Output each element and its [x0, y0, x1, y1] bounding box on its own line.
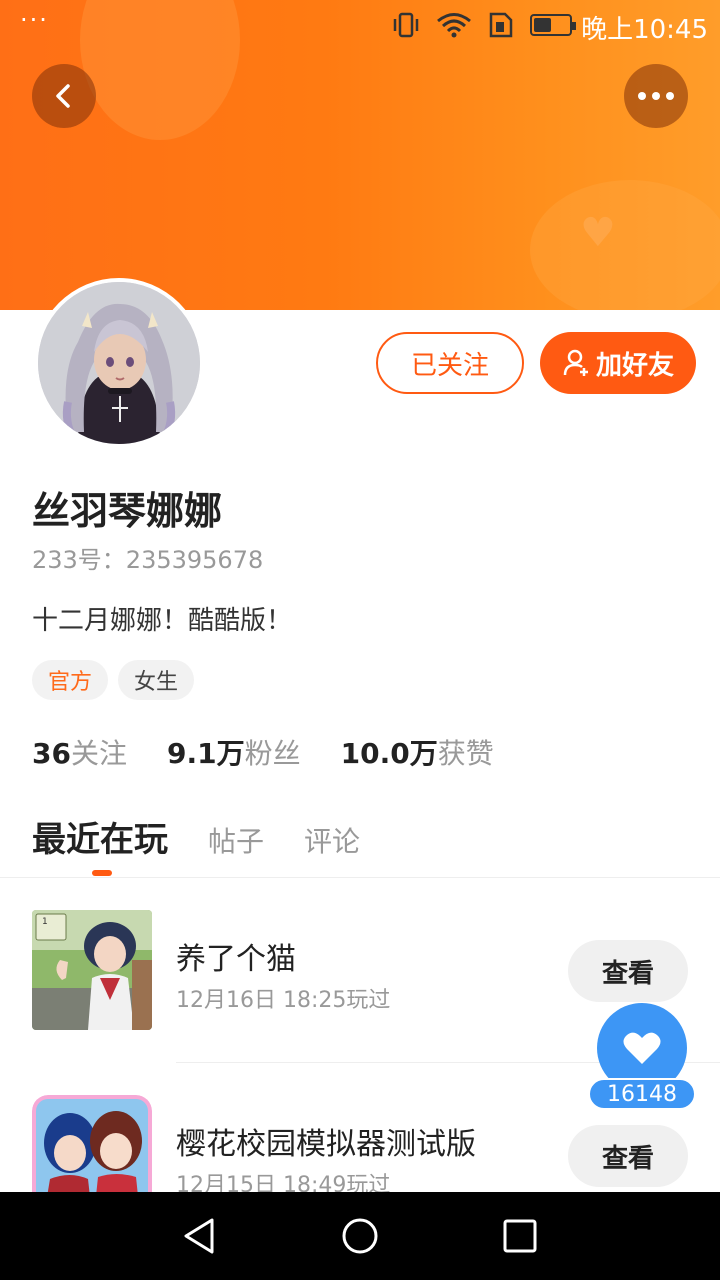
- game-title: 养了个猫: [176, 942, 296, 977]
- account-id: 233号：235395678: [32, 546, 264, 574]
- stat-fans-label: 粉丝: [244, 737, 301, 770]
- profile-tabs: 最近在玩 帖子 评论: [32, 812, 360, 861]
- battery-icon: [530, 14, 576, 36]
- view-button[interactable]: 查看: [568, 940, 688, 1002]
- tag-gender: 女生: [118, 660, 195, 700]
- status-icons: [392, 12, 576, 38]
- heart-decoration-icon: ♥: [580, 210, 616, 256]
- nav-home-button[interactable]: [338, 1214, 382, 1258]
- view-button[interactable]: 查看: [568, 1125, 688, 1187]
- stat-fans-count: 9.1万: [166, 737, 245, 770]
- wifi-icon: [437, 13, 471, 38]
- more-button[interactable]: [624, 64, 688, 128]
- stat-likes-count: 10.0万: [340, 737, 438, 770]
- thumb-badge: 1: [42, 917, 48, 927]
- bio: 十二月娜娜！酷酷版！: [32, 606, 293, 636]
- more-dots-icon: [638, 92, 674, 100]
- stat-fans[interactable]: 9.1万粉丝: [167, 732, 301, 772]
- add-friend-label: 加好友: [595, 350, 674, 381]
- stat-following-count: 36: [32, 737, 71, 770]
- game-thumbnail: 1: [32, 910, 152, 1030]
- tag-official: 官方: [32, 660, 109, 700]
- stat-likes: 10.0万获赞: [341, 732, 494, 772]
- triangle-back-icon: [184, 1218, 214, 1254]
- add-friend-button[interactable]: 加好友: [540, 332, 696, 394]
- avatar-image: [38, 282, 200, 444]
- avatar[interactable]: [34, 278, 204, 448]
- heart-icon: [623, 1032, 661, 1064]
- add-user-icon: [563, 349, 588, 376]
- tag-list: 官方 女生: [32, 660, 195, 700]
- stat-following[interactable]: 36关注: [32, 732, 127, 772]
- nav-back-button[interactable]: [178, 1214, 222, 1258]
- status-bar: ··· 晚上10:45: [0, 0, 720, 50]
- game-title: 樱花校园模拟器测试版: [176, 1127, 476, 1162]
- active-tab-indicator: [92, 870, 112, 876]
- sim-icon: [489, 12, 513, 38]
- game-played-time: 12月16日 18:25玩过: [176, 988, 391, 1013]
- status-time: 晚上10:45: [581, 15, 708, 45]
- stat-following-label: 关注: [70, 737, 127, 770]
- tab-posts[interactable]: 帖子: [208, 820, 264, 860]
- system-nav-bar: [0, 1192, 720, 1280]
- nav-recents-button[interactable]: [498, 1214, 542, 1258]
- tab-comments[interactable]: 评论: [304, 820, 360, 860]
- back-arrow-icon: [56, 84, 70, 108]
- back-button[interactable]: [32, 64, 96, 128]
- profile-stats: 36关注 9.1万粉丝 10.0万获赞: [32, 732, 494, 772]
- followed-button[interactable]: 已关注: [376, 332, 524, 394]
- vibrate-icon: [393, 12, 419, 38]
- square-recents-icon: [503, 1219, 537, 1253]
- stat-likes-label: 获赞: [437, 737, 494, 770]
- banner-decoration: [530, 180, 720, 310]
- circle-home-icon: [342, 1218, 378, 1254]
- status-overflow: ···: [20, 6, 49, 34]
- like-count: 16148: [588, 1078, 696, 1110]
- tab-recent-play[interactable]: 最近在玩: [32, 812, 168, 861]
- battery-level: [534, 18, 551, 32]
- username: 丝羽琴娜娜: [32, 489, 223, 533]
